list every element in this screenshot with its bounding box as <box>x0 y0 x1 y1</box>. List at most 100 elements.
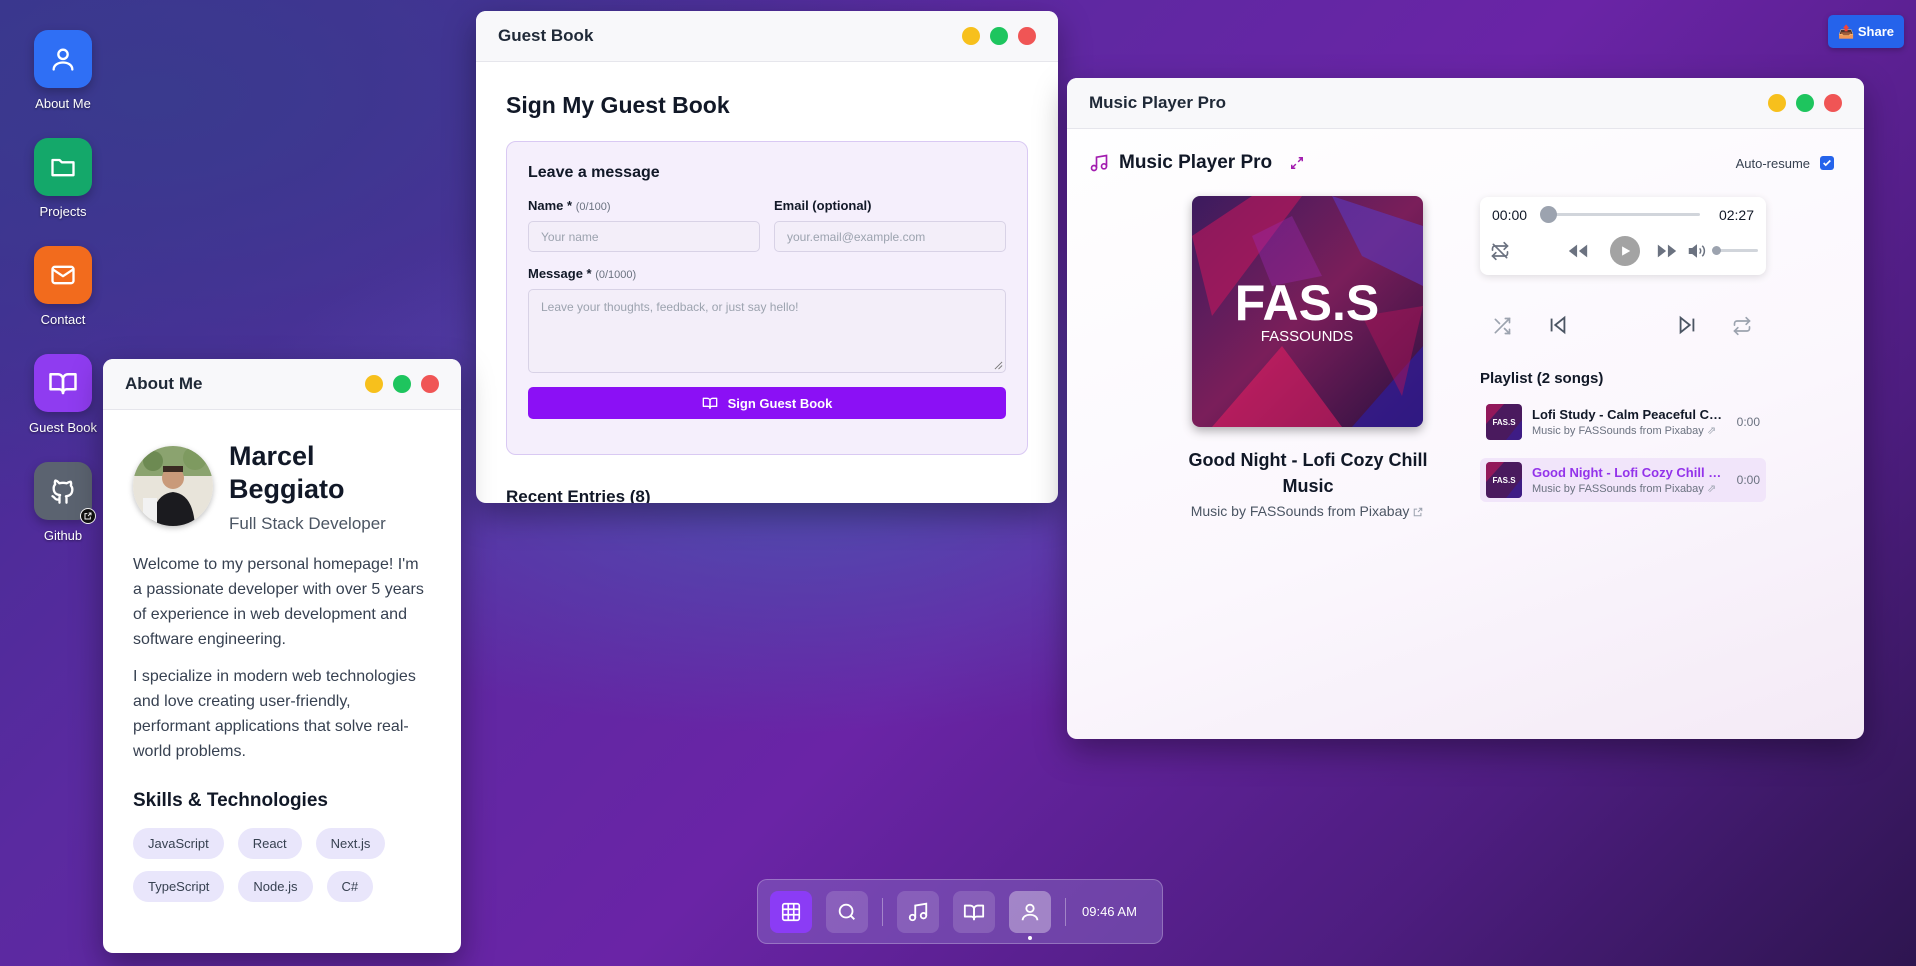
skill-chip: TypeScript <box>133 871 225 902</box>
maximize-button[interactable] <box>990 27 1008 45</box>
taskbar-music-player[interactable] <box>897 890 939 933</box>
desktop-icon-label: Projects <box>39 204 87 219</box>
desktop-icon-label: Github <box>43 528 83 543</box>
volume-slider[interactable] <box>1716 249 1758 252</box>
grid-icon <box>781 902 801 921</box>
form-title: Leave a message <box>528 164 660 181</box>
external-link-icon: ⇗ <box>1706 483 1717 495</box>
cover-sublogo: FASSOUNDS <box>1261 328 1354 345</box>
total-time: 02:27 <box>1718 207 1754 223</box>
track-thumbnail: FAS.S <box>1486 404 1522 440</box>
external-link-icon: ⇗ <box>1706 425 1717 437</box>
minimize-button[interactable] <box>962 27 980 45</box>
share-button[interactable]: 📤 Share <box>1828 15 1904 48</box>
mail-icon <box>34 246 92 304</box>
playback-controls: 00:00 02:27 <box>1480 197 1766 275</box>
auto-resume-label: Auto-resume <box>1735 155 1810 171</box>
desktop-icon-about-me[interactable]: About Me <box>24 30 102 111</box>
previous-track-icon[interactable] <box>1547 314 1569 336</box>
music-titlebar[interactable]: Music Player Pro <box>1067 78 1864 129</box>
name-input[interactable]: Your name <box>528 221 760 252</box>
repeat-off-icon[interactable] <box>1490 241 1510 261</box>
taskbar-divider <box>882 897 883 926</box>
desktop-icon-contact[interactable]: Contact <box>24 246 102 327</box>
name-label: Name * (0/100) <box>528 198 611 213</box>
message-label: Message * (0/1000) <box>528 266 637 281</box>
play-button[interactable] <box>1610 236 1640 266</box>
desktop-icon-label: Guest Book <box>29 420 97 435</box>
expand-icon[interactable] <box>1290 156 1304 170</box>
playlist-item-active[interactable]: FAS.S Good Night - Lofi Cozy Chill M... … <box>1480 458 1766 502</box>
rewind-icon[interactable] <box>1566 240 1590 262</box>
taskbar-clock: 09:46 AM <box>1082 904 1137 919</box>
song-credit-link[interactable]: Music by FASSounds from Pixabay <box>1157 503 1457 519</box>
window-title: Music Player Pro <box>1089 93 1227 112</box>
guestbook-window: Guest Book Sign My Guest Book Leave a me… <box>476 11 1058 503</box>
window-title: Guest Book <box>498 26 594 45</box>
email-input[interactable]: your.email@example.com <box>774 221 1006 252</box>
app-grid-button[interactable] <box>770 890 812 933</box>
window-title: About Me <box>125 374 203 393</box>
fast-forward-icon[interactable] <box>1655 240 1679 262</box>
minimize-button[interactable] <box>1768 94 1786 112</box>
guestbook-heading: Sign My Guest Book <box>506 92 730 118</box>
about-window: About Me Marcel Beggiato Full Stack Deve… <box>103 359 461 953</box>
playlist-item[interactable]: FAS.S Lofi Study - Calm Peaceful Chi... … <box>1480 400 1766 444</box>
about-titlebar[interactable]: About Me <box>103 359 461 410</box>
close-button[interactable] <box>1824 94 1842 112</box>
album-cover: FAS.S FASSOUNDS <box>1192 196 1423 427</box>
skill-chip: C# <box>326 871 374 902</box>
message-textarea[interactable]: Leave your thoughts, feedback, or just s… <box>528 289 1006 373</box>
search-icon <box>838 903 855 920</box>
song-title: Good Night - Lofi Cozy Chill Music <box>1188 450 1428 496</box>
guestbook-titlebar[interactable]: Guest Book <box>476 11 1058 62</box>
profile-name: Marcel Beggiato <box>229 441 345 504</box>
volume-knob[interactable] <box>1712 246 1721 255</box>
desktop-icon-github[interactable]: Github <box>24 462 102 543</box>
progress-track[interactable] <box>1548 213 1700 216</box>
thumbnail-logo: FAS.S <box>1492 476 1516 485</box>
desktop-icon-label: About Me <box>35 96 91 111</box>
taskbar-about-me[interactable] <box>1009 890 1051 940</box>
sign-guestbook-label: Sign Guest Book <box>727 395 833 411</box>
auto-resume-checkbox[interactable] <box>1820 156 1834 170</box>
shuffle-icon[interactable] <box>1492 316 1512 336</box>
desktop-icon-projects[interactable]: Projects <box>24 138 102 219</box>
track-thumbnail: FAS.S <box>1486 462 1522 498</box>
avatar <box>133 446 213 526</box>
progress-knob[interactable] <box>1540 206 1557 223</box>
maximize-button[interactable] <box>393 375 411 393</box>
github-icon <box>34 462 96 524</box>
user-icon <box>34 30 92 88</box>
music-note-icon <box>1090 154 1108 172</box>
minimize-button[interactable] <box>365 375 383 393</box>
taskbar-divider <box>1065 897 1066 926</box>
search-button[interactable] <box>826 890 868 933</box>
taskbar-guest-book[interactable] <box>953 890 995 933</box>
skill-chip: React <box>237 828 302 859</box>
sign-guestbook-button[interactable]: Sign Guest Book <box>528 387 1006 419</box>
next-track-icon[interactable] <box>1676 314 1698 336</box>
play-icon <box>1622 246 1631 256</box>
maximize-button[interactable] <box>1796 94 1814 112</box>
book-icon <box>702 397 717 409</box>
track-name: Lofi Study - Calm Peaceful Chi... <box>1532 407 1722 422</box>
current-time: 00:00 <box>1492 207 1528 223</box>
skill-chip: JavaScript <box>133 828 224 859</box>
music-player-window: Music Player Pro Music Player Pro Auto-r… <box>1067 78 1864 739</box>
close-button[interactable] <box>421 375 439 393</box>
book-icon <box>963 904 985 920</box>
track-credit: Music by FASSounds from Pixabay ⇗ <box>1532 425 1717 437</box>
desktop-icon-label: Contact <box>40 312 86 327</box>
desktop-icon-guest-book[interactable]: Guest Book <box>24 354 102 435</box>
external-link-icon <box>1413 508 1423 517</box>
volume-icon[interactable] <box>1688 242 1706 260</box>
skill-chip: Next.js <box>315 828 386 859</box>
auto-resume-toggle[interactable]: Auto-resume <box>1736 156 1834 171</box>
close-button[interactable] <box>1018 27 1036 45</box>
track-credit: Music by FASSounds from Pixabay ⇗ <box>1532 483 1717 495</box>
guestbook-form: Leave a message Name * (0/100) Your name… <box>506 141 1028 455</box>
repeat-icon[interactable] <box>1732 316 1752 336</box>
thumbnail-logo: FAS.S <box>1492 418 1516 427</box>
message-placeholder: Leave your thoughts, feedback, or just s… <box>541 300 799 314</box>
